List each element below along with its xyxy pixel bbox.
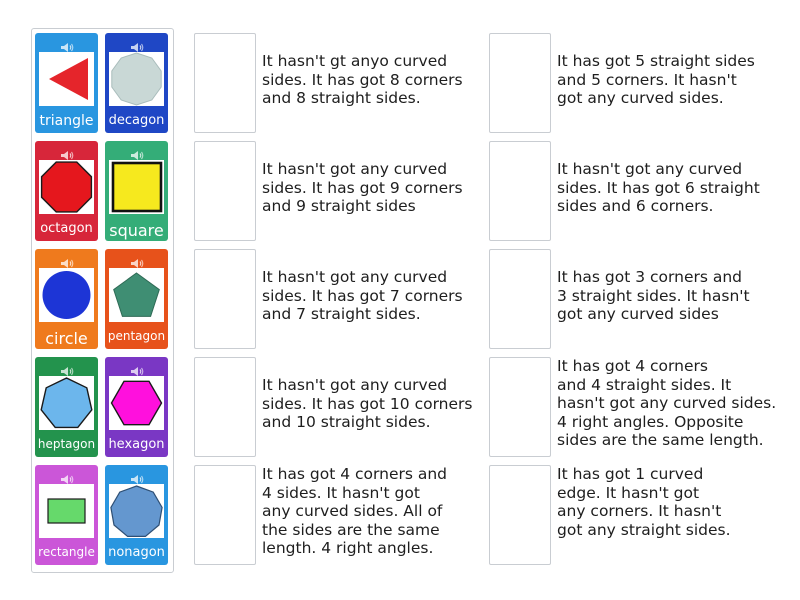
clue-line: sides. It has got 9 corners bbox=[262, 178, 463, 197]
clue-text: It has got 4 corners and 4 straight sides… bbox=[557, 357, 776, 450]
shape-tile-hexagon[interactable]: hexagon bbox=[105, 357, 168, 457]
clue-text: It has got 3 corners and 3 straight sides… bbox=[557, 268, 750, 324]
clue-line: the sides are the same bbox=[262, 520, 440, 539]
clue-line: It hasn't got any curved bbox=[262, 376, 448, 394]
shape-tile-label: circle bbox=[45, 329, 88, 348]
shape-tile-label: pentagon bbox=[107, 329, 166, 343]
hexagon-shape-image bbox=[109, 376, 164, 430]
clue-line: and 7 straight sides. bbox=[262, 305, 421, 323]
clue-text: It has got 5 straight sides and 5 corners… bbox=[557, 52, 755, 108]
clue-line: It hasn't gt anyo curved bbox=[262, 52, 448, 70]
clue-line: sides. It has got 8 corners bbox=[262, 70, 463, 89]
clue-text: It has got 4 corners and 4 sides. It hasn… bbox=[262, 465, 447, 558]
shape-tile-label: triangle bbox=[39, 113, 94, 129]
clue-line: got any straight sides. bbox=[557, 520, 731, 539]
clue-line: edge. It hasn't got bbox=[557, 483, 700, 502]
octagon-shape-image bbox=[39, 160, 94, 214]
answer-drop-slot[interactable] bbox=[489, 249, 551, 349]
answer-drop-slot[interactable] bbox=[489, 33, 551, 133]
clue-line: length. 4 right angles. bbox=[262, 539, 434, 557]
shape-tile-decagon[interactable]: decagon bbox=[105, 33, 168, 133]
clue-line: It has got 4 corners bbox=[557, 357, 708, 375]
clue-text: It hasn't gt anyo curved sides. It has go… bbox=[262, 52, 463, 108]
clue-text: It hasn't got any curved sides. It has go… bbox=[262, 160, 463, 216]
clue-line: sides and 6 corners. bbox=[557, 197, 714, 215]
clue-line: sides. It has got 10 corners bbox=[262, 394, 473, 413]
clue-line: and 10 straight sides. bbox=[262, 413, 431, 431]
shape-tile-label: rectangle bbox=[38, 545, 95, 559]
clue-line: 3 straight sides. It hasn't bbox=[557, 286, 750, 305]
circle-shape-image bbox=[39, 268, 94, 322]
clue-line: sides. It has got 6 straight bbox=[557, 178, 760, 197]
shape-tile-pentagon[interactable]: pentagon bbox=[105, 249, 168, 349]
shape-tile-octagon[interactable]: octagon bbox=[35, 141, 98, 241]
shape-tile-nonagon[interactable]: nonagon bbox=[105, 465, 168, 565]
clue-line: got any curved sides. bbox=[557, 89, 724, 107]
square-shape-image bbox=[109, 160, 164, 214]
triangle-shape-image bbox=[39, 52, 94, 106]
shape-tile-triangle[interactable]: triangle bbox=[35, 33, 98, 133]
answer-drop-slot[interactable] bbox=[194, 357, 256, 457]
heptagon-shape-image bbox=[39, 376, 94, 430]
answer-drop-slot[interactable] bbox=[194, 249, 256, 349]
clue-line: 4 right angles. Opposite bbox=[557, 412, 744, 431]
shape-tile-label: nonagon bbox=[108, 545, 165, 560]
clue-line: and 9 straight sides bbox=[262, 197, 416, 215]
shape-tile-rectangle[interactable]: rectangle bbox=[35, 465, 98, 565]
clue-line: any corners. It hasn't bbox=[557, 502, 722, 520]
clue-line: any curved sides. All of bbox=[262, 502, 443, 520]
clue-line: hasn't got any curved sides. bbox=[557, 394, 777, 412]
clue-line: sides. It has got 7 corners bbox=[262, 286, 463, 305]
answer-drop-slot[interactable] bbox=[194, 465, 256, 565]
shape-tile-label: octagon bbox=[40, 221, 93, 236]
decagon-shape-image bbox=[109, 52, 164, 106]
clue-line: and 5 corners. It hasn't bbox=[557, 70, 737, 89]
clue-line: It has got 5 straight sides bbox=[557, 52, 755, 70]
clue-text: It hasn't got any curved sides. It has go… bbox=[262, 376, 472, 432]
clue-line: and 8 straight sides. bbox=[262, 89, 421, 107]
pentagon-shape-image bbox=[109, 268, 164, 322]
clue-line: 4 sides. It hasn't got bbox=[262, 483, 420, 502]
clue-line: got any curved sides bbox=[557, 305, 719, 323]
shape-tile-heptagon[interactable]: heptagon bbox=[35, 357, 98, 457]
clue-line: and 4 straight sides. It bbox=[557, 375, 732, 394]
shape-tile-label: decagon bbox=[108, 113, 165, 128]
clue-text: It hasn't got any curved sides. It has go… bbox=[262, 268, 463, 324]
answer-drop-slot[interactable] bbox=[489, 141, 551, 241]
rectangle-shape-image bbox=[39, 484, 94, 538]
clue-line: It has got 3 corners and bbox=[557, 268, 743, 286]
clue-line: It hasn't got any curved bbox=[557, 160, 743, 178]
answer-drop-slot[interactable] bbox=[194, 141, 256, 241]
clue-line: sides are the same length. bbox=[557, 431, 764, 449]
shape-tile-label: hexagon bbox=[108, 437, 165, 452]
shape-tile-circle[interactable]: circle bbox=[35, 249, 98, 349]
answer-drop-slot[interactable] bbox=[489, 465, 551, 565]
clue-line: It hasn't got any curved bbox=[262, 268, 448, 286]
answer-drop-slot[interactable] bbox=[194, 33, 256, 133]
clue-text: It hasn't got any curved sides. It has go… bbox=[557, 160, 760, 216]
answer-drop-slot[interactable] bbox=[489, 357, 551, 457]
clue-line: It has got 1 curved bbox=[557, 465, 704, 483]
clue-line: It has got 4 corners and bbox=[262, 465, 448, 483]
shape-tile-label: square bbox=[109, 221, 164, 240]
clue-text: It has got 1 curved edge. It hasn't got an… bbox=[557, 465, 731, 539]
shape-tile-label: heptagon bbox=[37, 437, 96, 451]
shape-tile-square[interactable]: square bbox=[105, 141, 168, 241]
nonagon-shape-image bbox=[109, 484, 164, 538]
clue-line: It hasn't got any curved bbox=[262, 160, 448, 178]
